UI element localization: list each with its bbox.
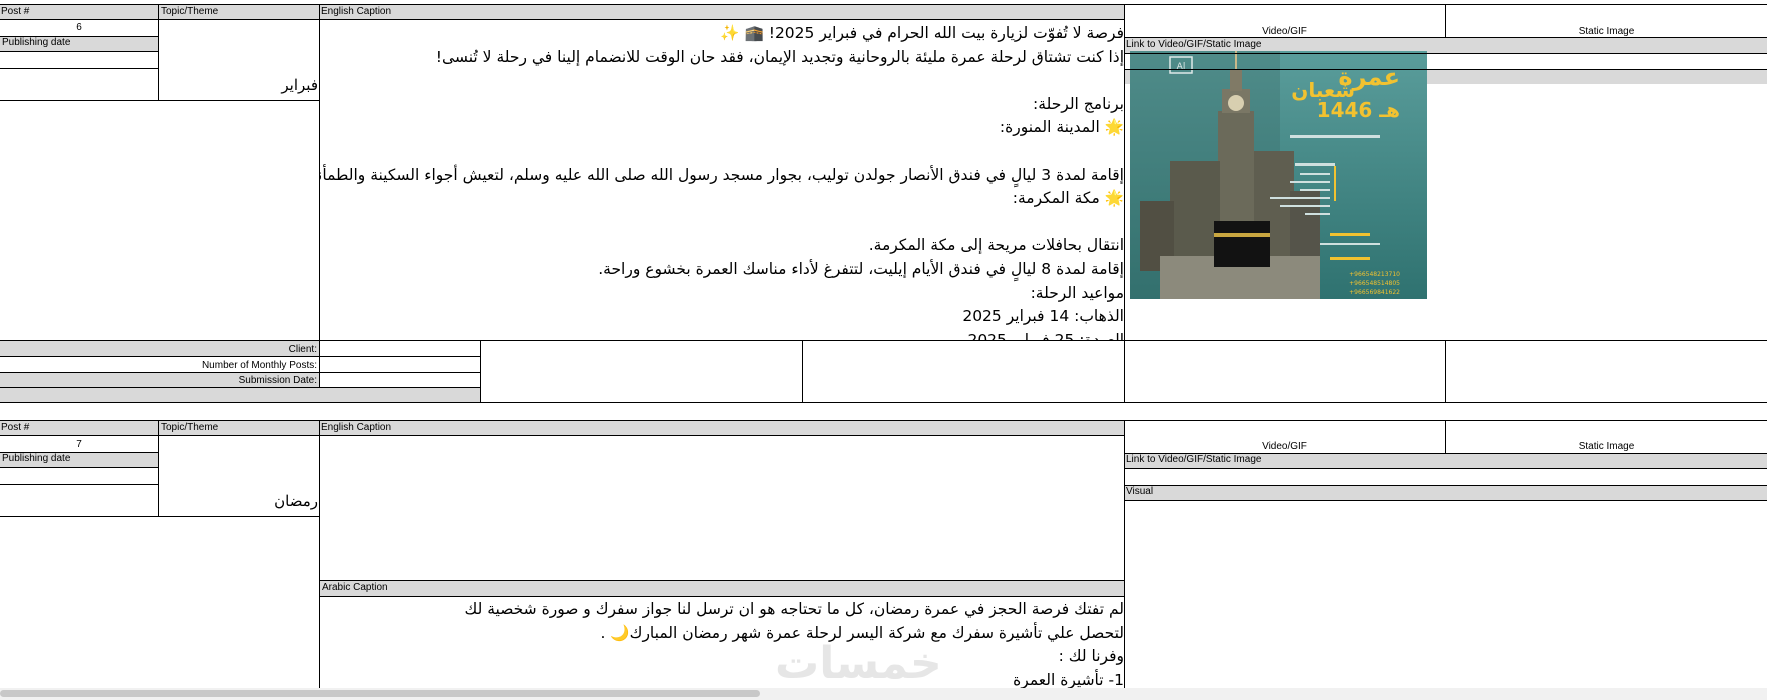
publishing-date-label-2: Publishing date (0, 452, 158, 467)
caption-line: فرصة لا تُفوّت لزيارة بيت الله الحرام في… (720, 24, 1124, 42)
caption-line: الذهاب: 14 فبراير 2025 (962, 307, 1124, 326)
english-caption-label: English Caption (321, 6, 392, 17)
poster-phone: +966548514805 (1349, 280, 1400, 287)
topic-theme-label: Topic/Theme (161, 6, 219, 17)
caption-line: برنامج الرحلة: (1033, 94, 1124, 113)
poster-phone: +966569841622 (1349, 289, 1400, 296)
english-caption-label-2: English Caption (321, 422, 392, 433)
svg-text:Al: Al (1177, 62, 1186, 72)
poster-title-3: 1446 هـ (1317, 98, 1400, 122)
caption-line: إقامة لمدة 8 ليالٍ في فندق الأيام إيليت،… (598, 259, 1124, 278)
post-number-label-2: Post # (1, 422, 30, 433)
caption-line: العودة: 25 فبراير 2025 (967, 330, 1124, 340)
client-label: Client: (288, 344, 317, 355)
poster-phone: +966548213710 (1349, 271, 1400, 278)
scrollbar-thumb[interactable] (0, 690, 760, 697)
caption-line: إذا كنت تشتاق لرحلة عمرة مليئة بالروحاني… (435, 47, 1124, 66)
monthly-posts-label: Number of Monthly Posts: (201, 360, 317, 371)
caption-line: إقامة لمدة 3 ليالٍ في فندق الأنصار جولدن… (320, 165, 1124, 184)
arabic-caption-line: وفرنا لك : (1058, 647, 1124, 666)
topic-value[interactable]: فبراير (160, 76, 318, 96)
post2-arabic-caption[interactable]: لم تفتك فرصة الحجز في عمرة رمضان، كل ما … (320, 598, 1124, 690)
post-number-label: Post # (1, 6, 30, 17)
link-label-2: Link to Video/GIF/Static Image (1124, 453, 1767, 468)
khamsat-watermark: خمسات (775, 638, 942, 689)
static-image-label-2: Static Image (1578, 441, 1635, 452)
post-number-value-2[interactable]: 7 (0, 438, 158, 451)
caption-line: 🌟 مكة المكرمة: (1012, 189, 1124, 208)
publishing-date-label: Publishing date (0, 36, 158, 51)
poster-artwork: Al عمرة شعبان 1446 هـ +966548213710 +966… (1130, 51, 1427, 299)
caption-line (320, 140, 1124, 164)
caption-line (320, 69, 1124, 93)
video-gif-label-2: Video/GIF (1262, 441, 1307, 452)
visual-label: Visual (1124, 485, 1767, 500)
caption-line (320, 211, 1124, 235)
arabic-caption-line: لم تفتك فرصة الحجز في عمرة رمضان، كل ما … (464, 600, 1124, 618)
caption-line: 🌟 المدينة المنورة: (999, 118, 1124, 137)
arabic-caption-line: 1- تأشيرة العمرة (1013, 670, 1124, 689)
caption-line: مواعيد الرحلة: (1030, 283, 1124, 302)
submission-date-label: Submission Date: (238, 375, 317, 386)
arabic-caption-label: Arabic Caption (320, 581, 1124, 596)
post-number-value[interactable]: 6 (0, 21, 158, 34)
umrah-poster-image[interactable]: Al عمرة شعبان 1446 هـ +966548213710 +966… (1130, 51, 1427, 299)
topic-value-2[interactable]: رمضان (160, 492, 318, 512)
post1-caption-text[interactable]: فرصة لا تُفوّت لزيارة بيت الله الحرام في… (320, 22, 1124, 340)
caption-line: انتقال بحافلات مريحة إلى مكة المكرمة. (868, 236, 1124, 255)
summary-footer-bar (0, 388, 480, 402)
topic-theme-label-2: Topic/Theme (161, 422, 219, 433)
arabic-caption-line: لتحصل علي تأشيرة سفرك مع شركة اليسر لرحل… (600, 623, 1124, 642)
